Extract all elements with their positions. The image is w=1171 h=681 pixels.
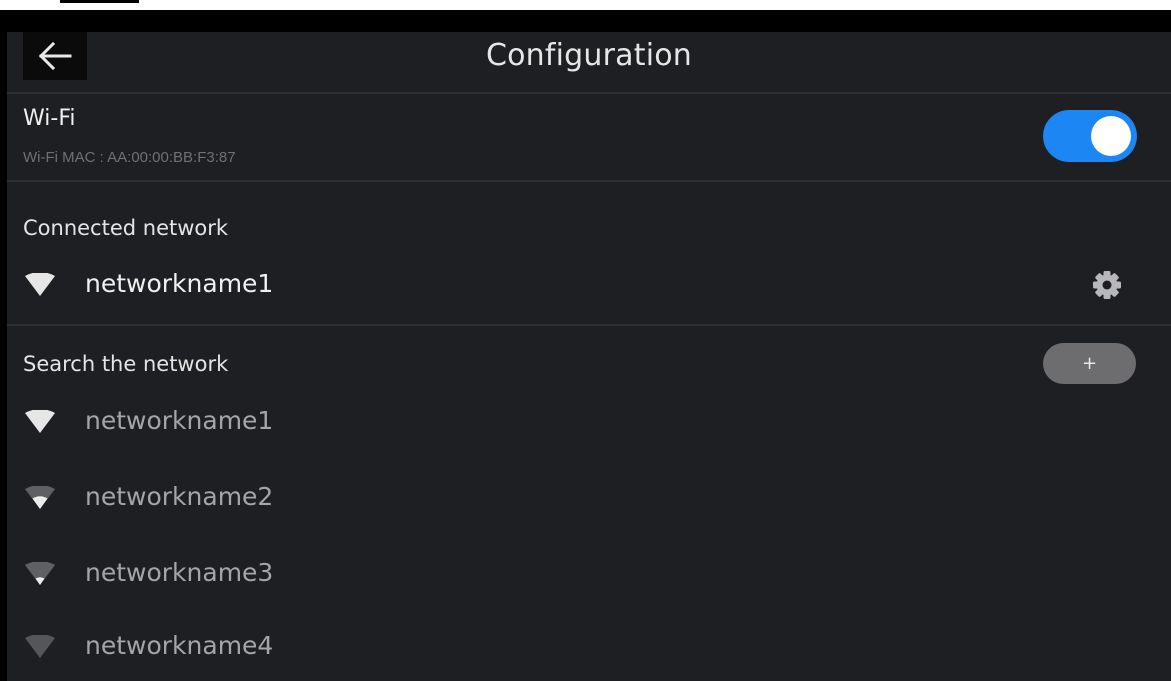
wifi-one-bar-icon bbox=[25, 635, 55, 658]
divider bbox=[7, 92, 1171, 94]
connected-network-name: networkname1 bbox=[85, 269, 274, 298]
connected-network-label: Connected network bbox=[23, 216, 229, 240]
configuration-screen: Configuration Wi-Fi Wi-Fi MAC : AA:00:00… bbox=[7, 32, 1171, 681]
wifi-full-icon bbox=[25, 410, 55, 433]
wifi-toggle[interactable] bbox=[1043, 110, 1137, 162]
connected-network-row[interactable]: networkname1 bbox=[7, 259, 1171, 311]
top-marker bbox=[60, 0, 139, 3]
wifi-title: Wi-Fi bbox=[23, 106, 76, 131]
add-network-button[interactable]: + bbox=[1043, 343, 1136, 384]
network-list-item[interactable]: networkname1 bbox=[7, 396, 1171, 448]
network-list-item[interactable]: networkname3 bbox=[7, 548, 1171, 600]
network-name: networkname4 bbox=[85, 631, 274, 660]
header: Configuration bbox=[7, 32, 1171, 93]
wifi-mac-address: Wi-Fi MAC : AA:00:00:BB:F3:87 bbox=[23, 149, 236, 166]
network-list-item[interactable]: networkname2 bbox=[7, 472, 1171, 524]
network-name: networkname2 bbox=[85, 482, 274, 511]
wifi-three-bars-icon bbox=[25, 486, 55, 509]
gear-icon[interactable] bbox=[1092, 270, 1122, 300]
network-list-item[interactable]: networkname4 bbox=[7, 621, 1171, 673]
network-name: networkname1 bbox=[85, 406, 274, 435]
wifi-full-icon bbox=[25, 273, 55, 296]
page-title: Configuration bbox=[485, 38, 693, 73]
divider bbox=[7, 180, 1171, 182]
toggle-knob bbox=[1091, 116, 1131, 156]
search-network-label: Search the network bbox=[23, 352, 229, 376]
network-name: networkname3 bbox=[85, 558, 274, 587]
wifi-two-bars-icon bbox=[25, 562, 55, 585]
divider bbox=[7, 324, 1171, 326]
